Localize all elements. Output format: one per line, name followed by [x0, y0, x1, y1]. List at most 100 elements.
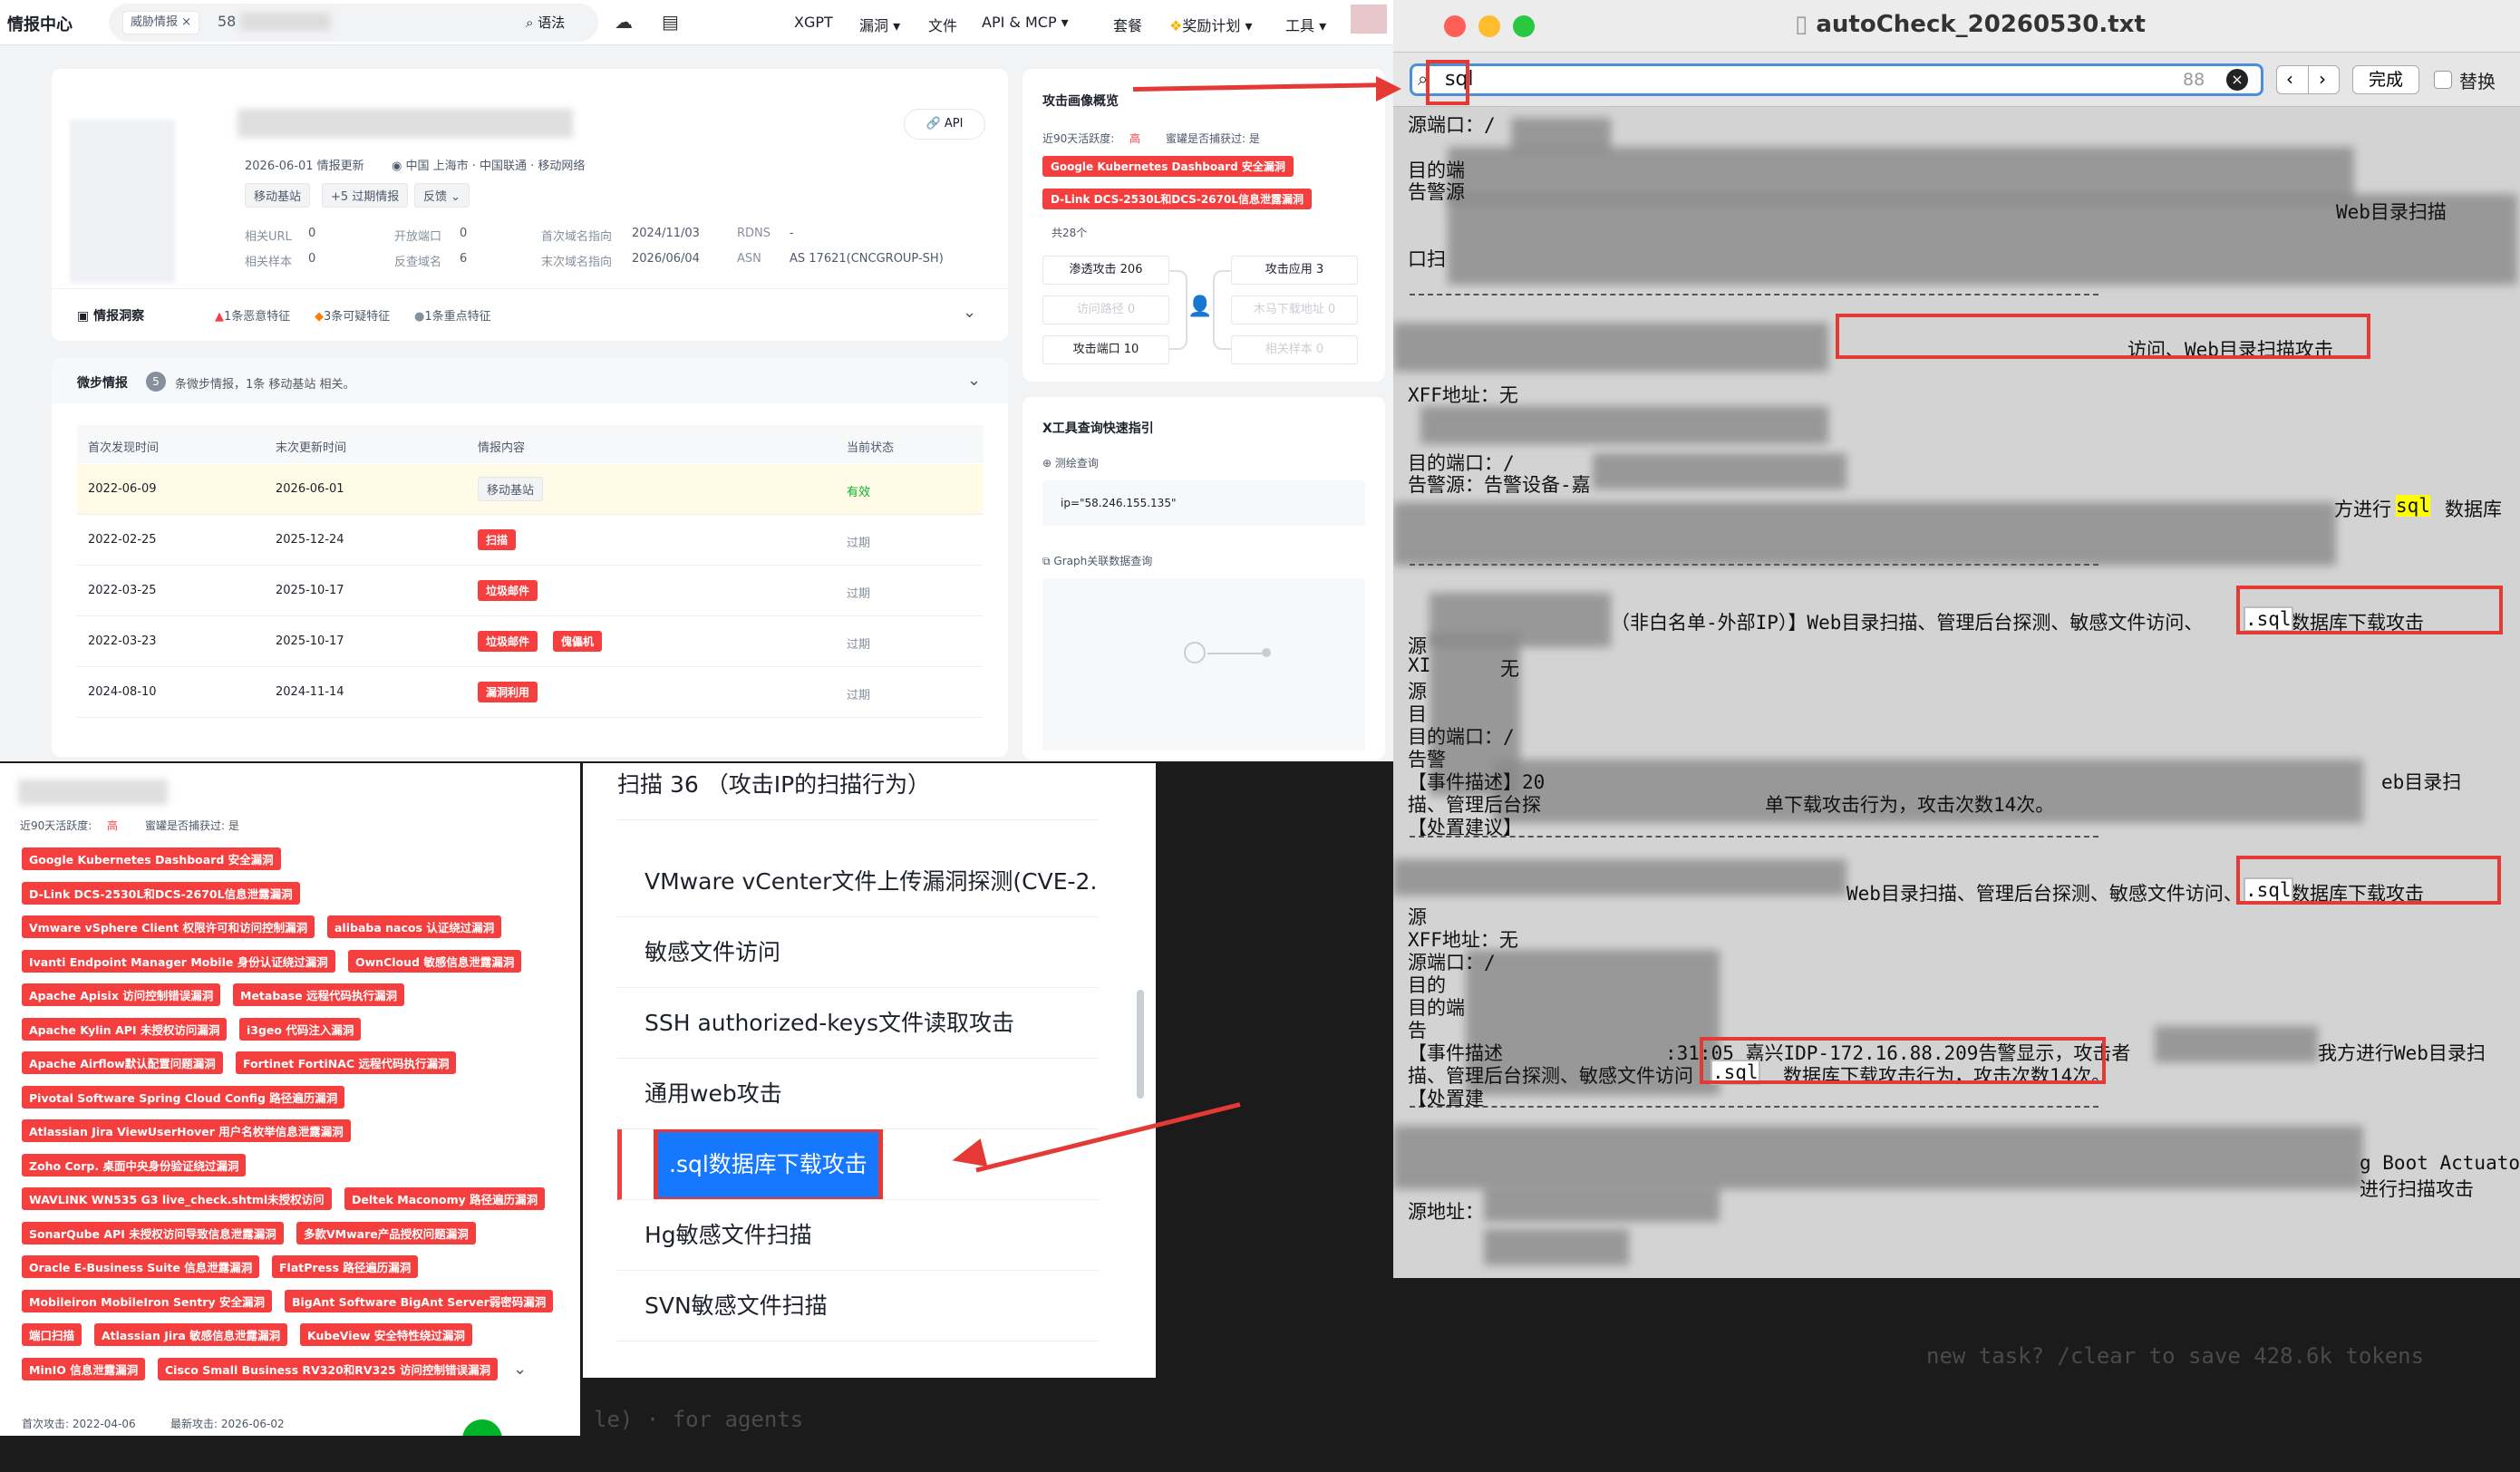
tag-exploit[interactable]: 漏洞利用: [478, 682, 538, 702]
document-icon[interactable]: ▤: [662, 11, 679, 33]
node-app[interactable]: 攻击应用 3: [1231, 256, 1358, 285]
list-item[interactable]: Hg敏感文件扫描: [617, 1200, 1098, 1271]
vuln-tag[interactable]: Fortinet FortiNAC 远程代码执行漏洞: [236, 1051, 457, 1074]
vuln-tag[interactable]: i3geo 代码注入漏洞: [239, 1017, 362, 1041]
tag-base-station[interactable]: 移动基站: [245, 183, 311, 208]
minimize-window-button[interactable]: [1478, 15, 1500, 37]
table-row[interactable]: 2022-06-09 2026-06-01 移动基站 有效: [77, 464, 984, 515]
vuln-tag[interactable]: SonarQube API 未授权访问导致信息泄露漏洞: [22, 1221, 284, 1244]
list-item[interactable]: 通用web攻击: [617, 1059, 1098, 1129]
expand-icon[interactable]: ⌄: [963, 303, 976, 322]
vuln-tag[interactable]: Deltek Maconomy 路径遍历漏洞: [344, 1187, 546, 1210]
insight-key[interactable]: ●1条重点特征: [414, 306, 491, 324]
tag-scan[interactable]: 扫描: [478, 529, 517, 550]
list-item[interactable]: 敏感文件访问: [617, 917, 1098, 988]
nav-xgpt[interactable]: XGPT: [794, 14, 833, 31]
node-sample[interactable]: 相关样本 0: [1231, 335, 1358, 364]
node-pentest[interactable]: 渗透攻击 206: [1042, 256, 1169, 285]
done-button[interactable]: 完成: [2352, 65, 2419, 94]
zoom-window-button[interactable]: [1513, 15, 1535, 37]
editor-content[interactable]: 源端口：/目的端 告警源 Web目录扫描 口扫 访问、Web目录扫描攻击 XFF地址：无目…: [1393, 107, 2520, 1278]
close-icon[interactable]: ×: [181, 15, 191, 29]
chevron-down-icon[interactable]: ⌄: [967, 371, 981, 390]
vuln-tag[interactable]: Atlassian Jira ViewUserHover 用户名枚举信息泄露漏洞: [22, 1119, 351, 1142]
graph-query[interactable]: ⧉ Graph关联数据查询: [1042, 553, 1152, 568]
vuln-tag[interactable]: Cisco Small Business RV320和RV325 访问控制错误漏…: [158, 1357, 499, 1380]
scrollbar[interactable]: [1137, 990, 1144, 1099]
vuln-tag[interactable]: Mobileiron MobileIron Sentry 安全漏洞: [22, 1289, 273, 1312]
tag-base-station[interactable]: 移动基站: [478, 477, 544, 501]
redacted-block: [1393, 323, 1828, 372]
insight-malicious[interactable]: ▲1条恶意特征: [215, 306, 290, 324]
vuln-tag[interactable]: FlatPress 路径遍历漏洞: [272, 1255, 419, 1278]
insight-suspicious[interactable]: ◆3条可疑特征: [315, 306, 390, 324]
last-attack: 最新攻击: 2026-06-02: [170, 1418, 285, 1430]
vuln-tag[interactable]: Google Kubernetes Dashboard 安全漏洞: [22, 847, 281, 870]
chevron-down-icon[interactable]: ⌄: [513, 1360, 527, 1379]
tag-botnet[interactable]: 傀儡机: [553, 631, 603, 652]
cell-last: 2025-10-17: [276, 634, 344, 648]
node-trojan[interactable]: 木马下载地址 0: [1231, 295, 1358, 324]
table-row[interactable]: 2022-02-25 2025-12-24 扫描 过期: [77, 515, 984, 566]
vuln-tag[interactable]: Atlassian Jira 敏感信息泄露漏洞: [94, 1323, 288, 1346]
vuln-tag[interactable]: alibaba nacos 认证绕过漏洞: [327, 915, 502, 938]
search-scope-tag[interactable]: 威胁情报 ×: [122, 11, 200, 34]
nav-plan[interactable]: 套餐: [1113, 14, 1142, 35]
vuln-tag[interactable]: 多款VMware产品授权问题漏洞: [296, 1221, 476, 1244]
vuln-tag[interactable]: D-Link DCS-2530L和DCS-2670L信息泄露漏洞: [22, 881, 300, 905]
nav-file[interactable]: 文件: [928, 14, 957, 35]
tag-spam[interactable]: 垃圾邮件: [478, 580, 538, 601]
find-input-field[interactable]: ⌕ sql 88 ×: [1410, 63, 2263, 96]
vuln-tag[interactable]: Metabase 远程代码执行漏洞: [233, 983, 404, 1006]
replace-checkbox[interactable]: [2434, 71, 2452, 89]
vuln-tag[interactable]: MinIO 信息泄露漏洞: [22, 1357, 146, 1380]
vuln-tag[interactable]: Zoho Corp. 桌面中央身份验证绕过漏洞: [22, 1153, 247, 1177]
syntax-button[interactable]: ⌕ 语法: [526, 13, 565, 32]
vuln-tag[interactable]: BigAnt Software BigAnt Server弱密码漏洞: [285, 1289, 554, 1312]
mapping-query[interactable]: ⊕ 测绘查询: [1042, 455, 1099, 470]
graph-preview[interactable]: [1042, 578, 1365, 751]
tag-expired[interactable]: +5 过期情报: [322, 183, 409, 208]
vuln-tag[interactable]: D-Link DCS-2530L和DCS-2670L信息泄露漏洞: [1042, 189, 1312, 209]
query-text[interactable]: ip="58.246.155.135": [1061, 497, 1176, 509]
list-item[interactable]: VMware vCenter文件上传漏洞探测(CVE-2...: [617, 847, 1098, 917]
table-row[interactable]: 2022-03-25 2025-10-17 垃圾邮件 过期: [77, 566, 984, 616]
vuln-tag[interactable]: OwnCloud 敏感信息泄露漏洞: [348, 949, 522, 973]
close-window-button[interactable]: [1444, 15, 1466, 37]
list-item[interactable]: SVN敏感文件扫描: [617, 1271, 1098, 1341]
clear-icon[interactable]: ×: [2226, 69, 2248, 91]
vuln-tag[interactable]: 端口扫描: [22, 1323, 82, 1346]
divider: [617, 819, 1098, 820]
cloud-upload-icon[interactable]: ☁: [615, 11, 633, 33]
vuln-tag[interactable]: Pivotal Software Spring Cloud Config 路径遍…: [22, 1085, 345, 1109]
table-row[interactable]: 2024-08-10 2024-11-14 漏洞利用 过期: [77, 667, 984, 718]
nav-vuln[interactable]: 漏洞 ▾: [859, 14, 900, 35]
list-item[interactable]: SSH authorized-keys文件读取攻击: [617, 988, 1098, 1059]
vuln-tag[interactable]: WAVLINK WN535 G3 live_check.shtml未授权访问: [22, 1187, 332, 1210]
chevron-right-icon[interactable]: ›: [2319, 68, 2326, 90]
table-row[interactable]: 2022-03-23 2025-10-17 垃圾邮件 傀儡机 过期: [77, 616, 984, 667]
vuln-tag[interactable]: Oracle E-Business Suite 信息泄露漏洞: [22, 1255, 260, 1278]
vuln-tag[interactable]: Apache Apisix 访问控制错误漏洞: [22, 983, 221, 1006]
chat-bubble-icon[interactable]: [462, 1419, 502, 1436]
vuln-tag[interactable]: Ivanti Endpoint Manager Mobile 身份认证绕过漏洞: [22, 949, 335, 973]
tag-spam[interactable]: 垃圾邮件: [478, 631, 538, 652]
vuln-tag[interactable]: KubeView 安全特性绕过漏洞: [300, 1323, 472, 1346]
api-button[interactable]: 🔗 API: [904, 109, 985, 140]
nav-reward[interactable]: ❖奖励计划 ▾: [1169, 14, 1252, 35]
vuln-tag[interactable]: Apache Kylin API 未授权访问漏洞: [22, 1017, 228, 1041]
feedback-button[interactable]: 反馈 ⌄: [414, 183, 470, 208]
brand-title[interactable]: 情报中心: [7, 12, 73, 35]
node-port[interactable]: 攻击端口 10: [1042, 335, 1169, 364]
insight-key-label: 1条重点特征: [424, 310, 491, 324]
nav-tools[interactable]: 工具 ▾: [1285, 14, 1326, 35]
vuln-tag[interactable]: Apache Airflow默认配置问题漏洞: [22, 1051, 223, 1074]
node-path[interactable]: 访问路径 0: [1042, 295, 1169, 324]
insight-malicious-label: 1条恶意特征: [224, 310, 291, 324]
chevron-left-icon[interactable]: ‹: [2286, 68, 2293, 90]
nav-api[interactable]: API & MCP ▾: [982, 14, 1069, 31]
search-input[interactable]: 58: [218, 13, 236, 30]
vuln-tag[interactable]: Google Kubernetes Dashboard 安全漏洞: [1042, 156, 1294, 177]
list-item-selected[interactable]: .sql数据库下载攻击: [617, 1129, 1098, 1200]
vuln-tag[interactable]: Vmware vSphere Client 权限许可和访问控制漏洞: [22, 915, 315, 938]
